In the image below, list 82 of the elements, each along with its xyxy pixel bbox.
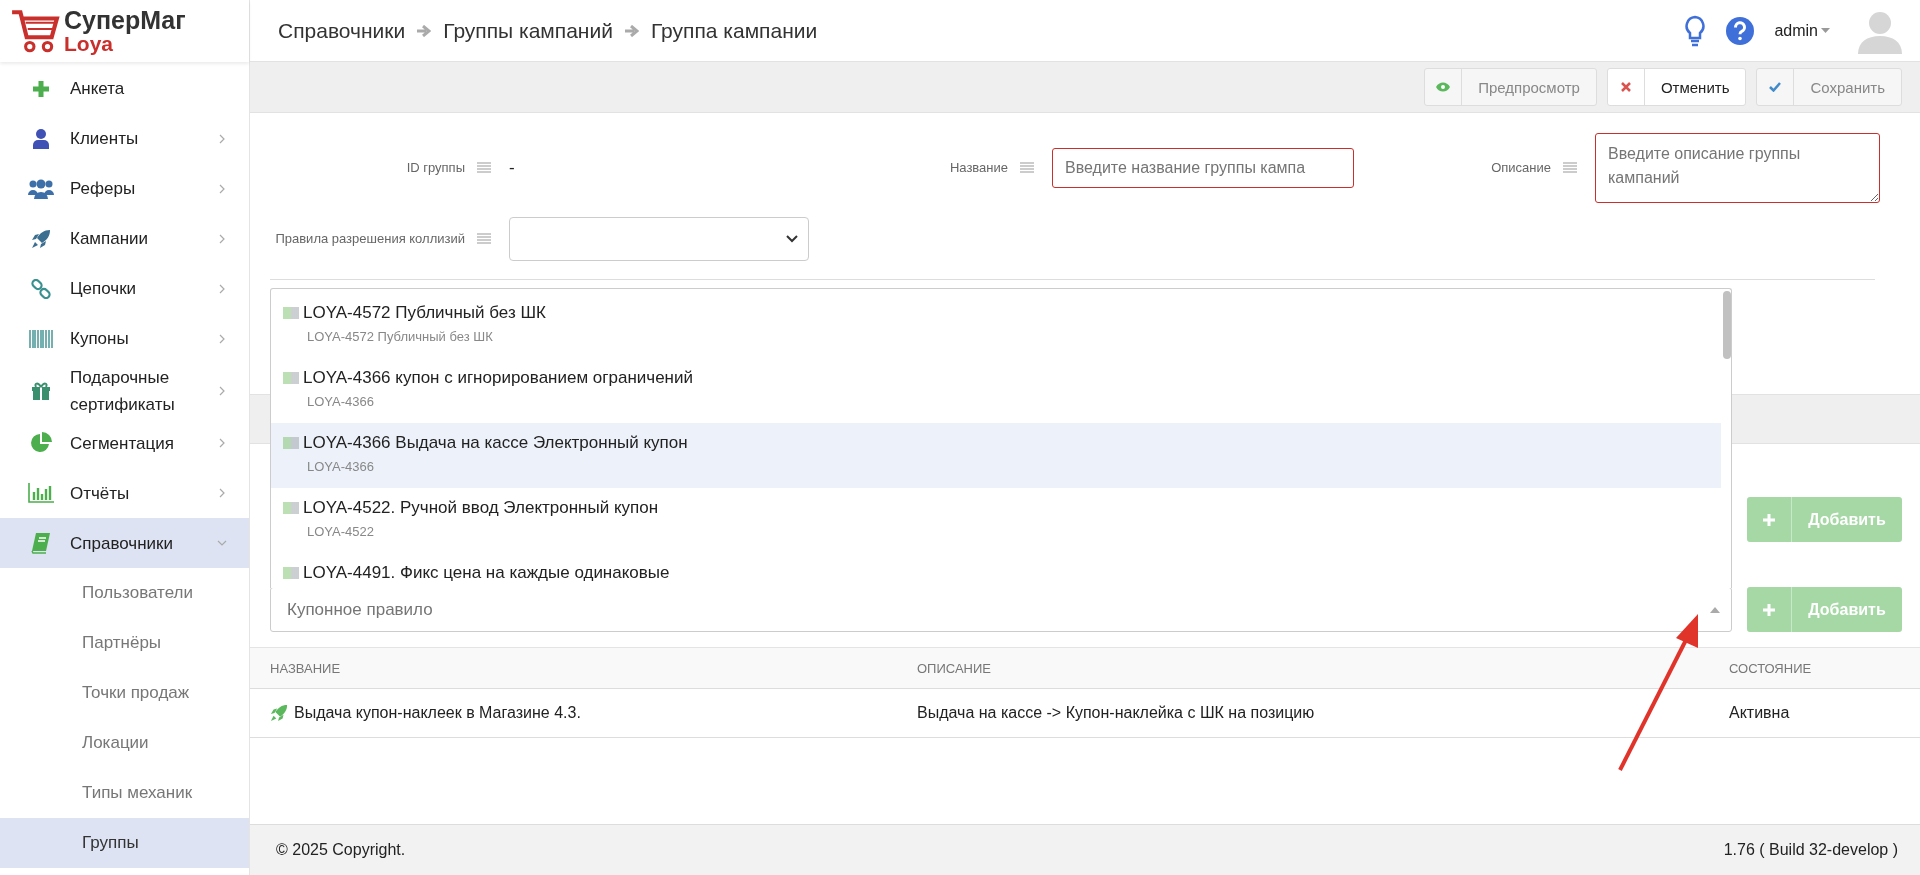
sidebar-subitem[interactable]: Группы [0,818,249,869]
field-label: ID группы [405,158,465,177]
field-value: - [509,158,515,178]
sidebar-item[interactable]: Цепочки [0,264,249,314]
help-icon[interactable] [1726,16,1755,45]
column-header: НАЗВАНИЕ [270,660,342,676]
option-subtitle: LOYA-4572 Публичный без ШК [306,329,494,344]
sidebar-subitem[interactable]: Пользователи [0,568,249,619]
gift-icon [31,381,51,402]
option-subtitle: LOYA-4366 [306,459,375,474]
sidebar-item[interactable]: Анкета [0,64,249,114]
caret-icon [1821,28,1830,33]
arrow-right-icon [624,24,639,37]
user-icon [33,129,49,149]
pie-chart-icon [30,432,52,455]
users-icon [28,179,54,199]
sidebar-item[interactable]: Кампании [0,214,249,264]
breadcrumb-link[interactable]: Справочники [278,18,406,43]
cart-icon [10,8,60,54]
scrollbar-thumb[interactable] [1723,291,1731,359]
plus-icon [1763,603,1775,616]
list-lines-icon [477,233,491,245]
link-icon [31,279,51,299]
book-icon [31,532,51,555]
column-header: ОПИСАНИЕ [917,660,992,676]
dropdown-option[interactable]: LOYA-4572 Публичный без ШК LOYA-4572 Публичный без ШК [271,293,1721,358]
sidebar-item[interactable]: Справочники [0,518,249,569]
sidebar-item[interactable]: Отчёты [0,468,249,519]
dropdown-option[interactable]: LOYA-4491. Фикс цена на каждые одинаковые [271,553,1721,588]
option-subtitle: LOYA-4522 [306,524,375,539]
lightbulb-icon[interactable] [1684,14,1707,47]
sidebar-item[interactable]: Купоны [0,314,249,364]
description-textarea[interactable]: Введите описание группы кампаний [1595,133,1880,203]
dropdown-option[interactable]: LOYA-4366 купон с игнорированием ограничений LOYA-4366 [271,358,1721,423]
field-label: Описание [1490,158,1551,177]
option-title: LOYA-4366 купон с игнорированием ограничений [303,368,693,388]
breadcrumb-link[interactable]: Группы кампаний [443,18,613,43]
name-input[interactable]: Введите название группы кампа [1052,148,1354,188]
logo-subtitle: Loya [64,33,113,54]
option-title: LOYA-4491. Фикс цена на каждые одинаковые [303,563,670,583]
column-header: СОСТОЯНИЕ [1729,660,1813,676]
rocket-icon [31,229,51,249]
option-title: LOYA-4522. Ручной ввод Электронный купон [303,498,659,518]
option-subtitle: LOYA-4366 [306,394,375,409]
sidebar-subitem[interactable]: Локации [0,718,249,769]
sidebar-item[interactable]: Клиенты [0,114,249,164]
table-cell: Выдача купон-наклеек в Магазине 4.3. [294,704,581,722]
version-text: 1.76 ( Build 32-develop ) [1723,841,1898,859]
checkmark-icon [1769,82,1782,92]
table-cell-text: Активна [1729,704,1791,722]
sidebar-item[interactable]: Сегментация [0,418,249,469]
copyright-text: © 2025 Copyright. [276,841,406,859]
eye-icon [1436,82,1451,92]
dropdown-option[interactable]: LOYA-4366 Выдача на кассе Электронный купон LOYA-4366 [271,423,1721,488]
plus-icon [32,80,50,98]
sidebar-item[interactable]: Реферы [0,164,249,214]
list-lines-icon [1563,162,1577,174]
table-row[interactable]: Выдача купон-наклеек в Магазине 4.3. Выдача на кассе -> Купон-наклейка с ШК на позицию Активна [250,689,1920,738]
dropdown-option[interactable]: LOYA-4522. Ручной ввод Электронный купон LOYA-4522 [271,488,1721,553]
bar-chart-icon [28,483,54,504]
sidebar-subitem[interactable]: Типы механик [0,768,249,819]
logo-title: СуперМаг [64,8,186,33]
field-label: Правила разрешения коллизий [274,229,465,248]
sidebar-subitem[interactable]: Партнёры [0,618,249,669]
user-menu[interactable]: admin [1774,21,1830,40]
option-title: LOYA-4366 Выдача на кассе Электронный купон [303,433,688,453]
option-title: LOYA-4572 Публичный без ШК [303,303,546,323]
list-lines-icon [477,162,491,174]
close-icon [1620,82,1631,92]
rocket-icon [270,704,288,722]
sidebar-subitem[interactable]: Точки продаж [0,668,249,719]
caret-up-icon [1710,607,1720,613]
plus-icon [1763,513,1775,526]
breadcrumb-link[interactable]: Группа кампании [650,18,818,43]
arrow-right-icon [417,24,432,37]
table-cell-text: Выдача на кассе -> Купон-наклейка с ШК на позицию [917,704,1316,722]
sidebar-item[interactable]: Подарочные сертификаты [0,364,249,419]
cancel-button[interactable]: Отменить [1606,68,1747,106]
list-lines-icon [1020,162,1034,174]
field-label: Название [948,158,1008,177]
select-field[interactable] [509,217,809,261]
chevron-down-icon [786,235,798,243]
